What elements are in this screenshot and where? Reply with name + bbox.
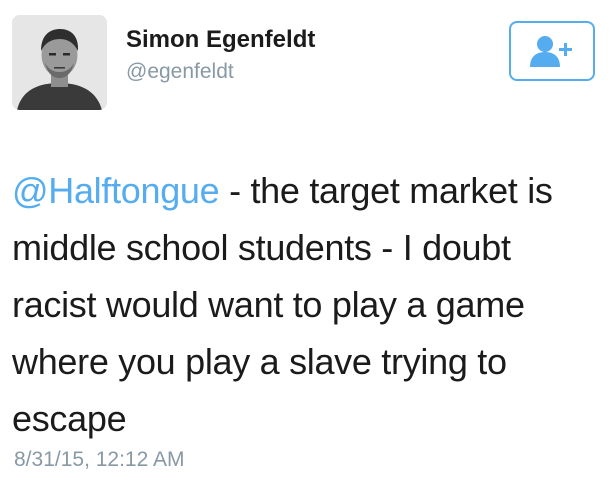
tweet-timestamp[interactable]: 8/31/15, 12:12 AM	[14, 448, 184, 472]
profile-photo	[12, 15, 107, 110]
tweet-card: Simon Egenfeldt @egenfeldt @Halftongue -…	[0, 0, 610, 501]
tweet-text-body: middle school students - I doubt racist …	[12, 227, 525, 439]
tweet-text-line1: - the target market is	[219, 170, 553, 211]
follow-button[interactable]	[509, 21, 595, 81]
author-handle[interactable]: @egenfeldt	[126, 60, 234, 84]
avatar[interactable]	[12, 15, 107, 110]
tweet-text: @Halftongue - the target market is middl…	[12, 162, 604, 447]
add-user-icon	[530, 36, 572, 67]
mention-link[interactable]: @Halftongue	[12, 170, 220, 211]
author-name[interactable]: Simon Egenfeldt	[126, 26, 315, 54]
